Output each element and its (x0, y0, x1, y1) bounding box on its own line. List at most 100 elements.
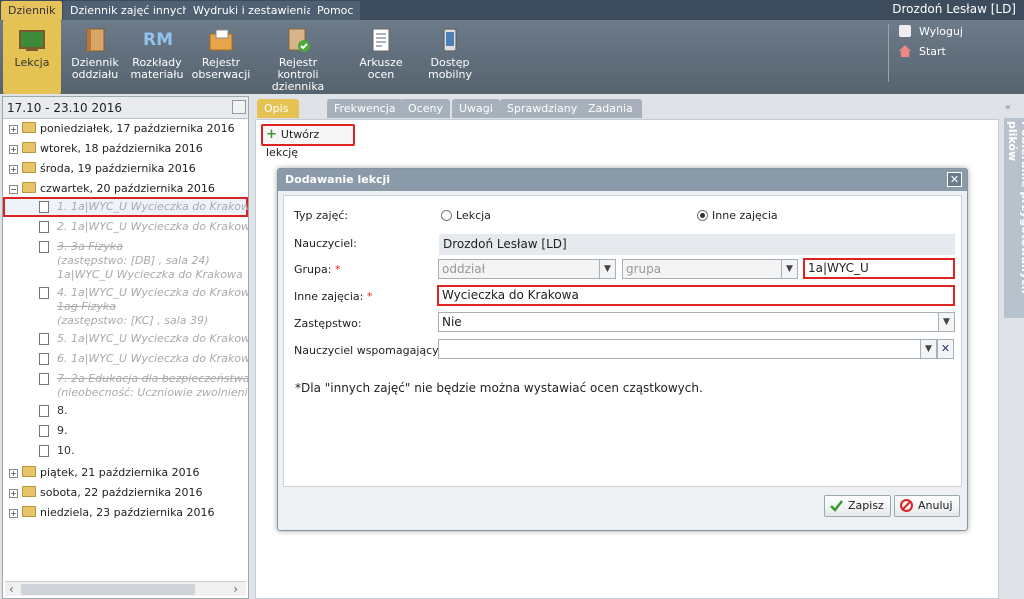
scroll-left-icon[interactable]: ‹ (9, 582, 14, 596)
lesson-label: 2. 1a|WYC_U Wycieczka do Krakowa (57, 220, 248, 233)
tree-lesson-4[interactable]: 4. 1a|WYC_U Wycieczka do Krakowa 1ag Fizy… (39, 286, 248, 328)
checklist-icon (288, 28, 310, 52)
grupa-select[interactable]: grupa ▼ (622, 259, 798, 279)
tree-lesson-8[interactable]: 8. (39, 404, 68, 418)
teacher-value: Drozdoń Lesław [LD] (439, 234, 955, 255)
expand-left-icon[interactable]: « (1005, 102, 1017, 114)
document-icon (39, 425, 49, 437)
radio-lekcja[interactable]: Lekcja (441, 209, 491, 222)
tree-day-saturday[interactable]: + sobota, 22 października 2016 (9, 484, 203, 502)
tree-day-friday[interactable]: + piątek, 21 października 2016 (9, 464, 200, 482)
tree-lesson-1[interactable]: 1. 1a|WYC_U Wycieczka do Krakowa (39, 200, 248, 214)
tab-sprawdziany[interactable]: Sprawdziany (500, 99, 585, 118)
arkusze-ocen-button[interactable]: Arkusze ocen (352, 20, 410, 94)
radio-selected-icon (697, 210, 708, 221)
tree-lesson-6[interactable]: 6. 1a|WYC_U Wycieczka do Krakowa (39, 352, 248, 366)
teacher-label: Nauczyciel: (294, 237, 357, 250)
document-icon (39, 353, 49, 365)
expand-icon[interactable]: + (9, 509, 18, 518)
other-activity-field[interactable]: Wycieczka do Krakowa (437, 285, 955, 306)
tab-opis-lekcji[interactable]: Opis lekcji (257, 99, 300, 134)
rozklady-materialu-button[interactable]: RM Rozkłady materiału (128, 20, 186, 94)
tree-lesson-7[interactable]: 7. 2a Edukacja dla bezpieczeństwa (nieobe… (39, 372, 248, 400)
substitution-value: Nie (442, 315, 462, 329)
lesson-label-2: 1ag Fizyka (57, 300, 116, 313)
rm-icon: RM (143, 30, 174, 50)
grupa-value: grupa (626, 262, 662, 276)
tree-lesson-2[interactable]: 2. 1a|WYC_U Wycieczka do Krakowa (39, 220, 248, 234)
add-lesson-dialog: Dodawanie lekcji ✕ Typ zajęć: Lekcja Inn… (277, 168, 968, 531)
cancel-icon (900, 499, 913, 512)
assist-teacher-select[interactable]: ▼ ✕ (438, 339, 954, 359)
folder-icon (22, 486, 36, 497)
tab-zadania-domowe[interactable]: Zadania domowe (581, 99, 642, 134)
scroll-right-icon[interactable]: › (233, 582, 238, 596)
save-label: Zapisz (848, 499, 884, 512)
tree-lesson-3[interactable]: 3. 3a Fizyka (zastępstwo: [DB] , sala 24)… (39, 240, 243, 282)
logout-link[interactable]: Wyloguj (899, 24, 963, 44)
cancel-label: Anuluj (918, 499, 953, 512)
cancel-button[interactable]: Anuluj (894, 495, 960, 517)
save-button[interactable]: Zapisz (824, 495, 891, 517)
document-icon (39, 201, 49, 213)
lekcja-button[interactable]: Lekcja (3, 20, 61, 94)
expand-icon[interactable]: + (9, 489, 18, 498)
rejestr-obserwacji-button[interactable]: Rejestr obserwacji (190, 20, 252, 94)
clear-icon[interactable]: ✕ (937, 339, 954, 359)
downloads-panel-label[interactable]: Pobieranie przygotowanych plików (1004, 118, 1024, 318)
scroll-thumb[interactable] (21, 584, 195, 595)
lesson-subst: (zastępstwo: [KC] , sala 39) (57, 314, 209, 327)
expand-icon[interactable]: + (9, 145, 18, 154)
tree-day-wednesday[interactable]: + środa, 19 października 2016 (9, 160, 196, 178)
tab-frekwencja[interactable]: Frekwencja (327, 99, 403, 118)
dziennik-oddzialu-button[interactable]: Dziennik oddziału (66, 20, 124, 94)
start-link[interactable]: Start (899, 44, 963, 64)
current-user: Drozdoń Lesław [LD] (892, 2, 1016, 16)
day-label: piątek, 21 października 2016 (40, 466, 200, 479)
menu-tab-pomoc[interactable]: Pomoc (310, 1, 361, 20)
group-code-field[interactable]: 1a|WYC_U (803, 258, 955, 279)
lesson-label: 4. 1a|WYC_U Wycieczka do Krakowa (57, 286, 248, 299)
day-label: poniedziałek, 17 października 2016 (40, 122, 235, 135)
radio-inne-zajecia[interactable]: Inne zajęcia (697, 209, 778, 222)
lesson-label: 3. 3a Fizyka (57, 240, 124, 253)
tree-lesson-10[interactable]: 10. (39, 444, 75, 458)
substitution-select[interactable]: Nie ▼ (438, 312, 955, 332)
menu-tab-wydruki[interactable]: Wydruki i zestawienia (186, 1, 321, 20)
chevron-down-icon[interactable]: ▼ (599, 260, 615, 278)
menu-tab-dziennik[interactable]: Dziennik (1, 1, 63, 20)
close-icon[interactable]: ✕ (947, 172, 962, 187)
tab-oceny[interactable]: Oceny (401, 99, 450, 118)
add-lesson-button[interactable]: + Utwórz lekcję (261, 124, 355, 159)
oddzial-select[interactable]: oddział ▼ (438, 259, 616, 279)
tree-day-thursday[interactable]: − czwartek, 20 października 2016 (9, 180, 215, 198)
folder-icon (22, 162, 36, 173)
assist-teacher-label: Nauczyciel wspomagający: (294, 344, 442, 357)
arkusze-label2: ocen (367, 68, 395, 81)
menu-tab-dziennik-zajec-innych[interactable]: Dziennik zajęć innych (63, 1, 197, 20)
horizontal-scrollbar[interactable]: ‹ › (5, 581, 246, 596)
tree-day-sunday[interactable]: + niedziela, 23 października 2016 (9, 504, 215, 522)
chevron-down-icon[interactable]: ▼ (781, 260, 797, 278)
chevron-down-icon[interactable]: ▼ (920, 340, 936, 358)
expand-icon[interactable]: + (9, 125, 18, 134)
tab-uwagi[interactable]: Uwagi (452, 99, 500, 118)
dostep-mobilny-button[interactable]: Dostęp mobilny (421, 20, 479, 94)
collapse-panel-button[interactable] (232, 100, 246, 114)
info-note: *Dla "innych zajęć" nie będzie można wys… (295, 381, 703, 395)
tree-lesson-5[interactable]: 5. 1a|WYC_U Wycieczka do Krakowa (39, 332, 248, 346)
collapse-icon[interactable]: − (9, 185, 18, 194)
tree-day-monday[interactable]: + poniedziałek, 17 października 2016 (9, 120, 235, 138)
open-folder-icon (22, 182, 36, 193)
tree-day-tuesday[interactable]: + wtorek, 18 października 2016 (9, 140, 203, 158)
folder-icon (22, 142, 36, 153)
lesson-label: 1. 1a|WYC_U Wycieczka do Krakowa (57, 200, 248, 213)
chevron-down-icon[interactable]: ▼ (938, 313, 954, 331)
mobile-icon (443, 28, 457, 52)
document-icon (39, 241, 49, 253)
expand-icon[interactable]: + (9, 469, 18, 478)
rejestr-kontroli-button[interactable]: Rejestr kontroli dziennika (257, 20, 339, 94)
tree-lesson-9[interactable]: 9. (39, 424, 68, 438)
group-label-text: Grupa: (294, 263, 332, 276)
expand-icon[interactable]: + (9, 165, 18, 174)
